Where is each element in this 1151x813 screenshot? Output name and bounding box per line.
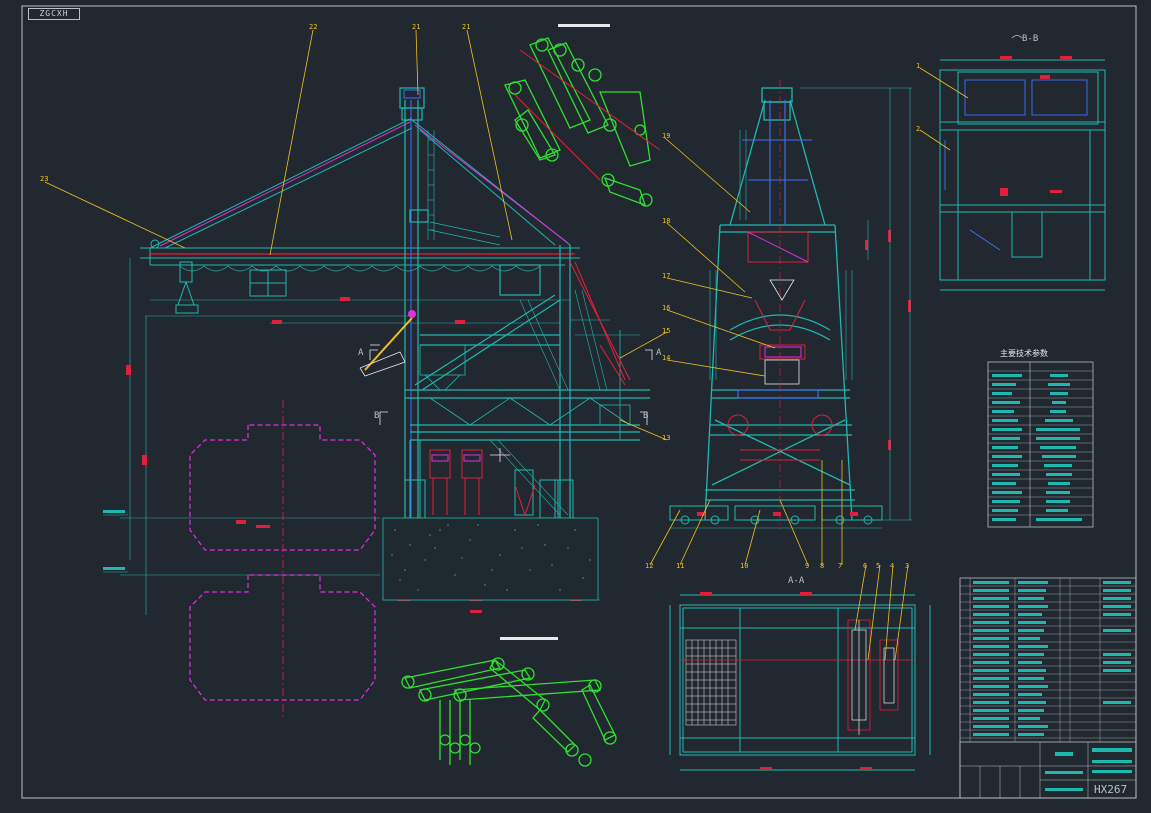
callout-11: 11 xyxy=(676,562,684,570)
callout-12: 12 xyxy=(645,562,653,570)
callout-9: 9 xyxy=(805,562,809,570)
params-table xyxy=(987,361,1094,528)
callout-22: 22 xyxy=(309,23,317,31)
callout-8: 8 xyxy=(820,562,824,570)
top-linkage-diagram xyxy=(504,24,661,207)
callout-7: 7 xyxy=(838,562,842,570)
callout-numbers: 22 21 21 23 19 18 17 16 15 14 13 12 11 1… xyxy=(40,23,920,570)
callout-16: 16 xyxy=(662,304,670,312)
callout-23: 23 xyxy=(40,175,48,183)
callout-1: 1 xyxy=(916,62,920,70)
callout-13: 13 xyxy=(662,434,670,442)
section-labels: B-B A-A A A B B xyxy=(358,34,1038,586)
section-bb xyxy=(939,56,1106,291)
callout-17: 17 xyxy=(662,272,670,280)
bottom-linkage-diagram xyxy=(401,637,617,767)
parts-list xyxy=(959,577,1137,799)
callout-21a: 21 xyxy=(412,23,420,31)
callout-4: 4 xyxy=(890,562,894,570)
callout-3: 3 xyxy=(905,562,909,570)
callout-21b: 21 xyxy=(462,23,470,31)
section-bb-label: B-B xyxy=(1022,34,1038,44)
drawing-sheet: 22 21 21 23 19 18 17 16 15 14 13 12 11 1… xyxy=(21,5,1137,799)
drawing-number: HX267 xyxy=(1094,783,1127,796)
params-table-title: 主要技术参数 xyxy=(1000,348,1048,358)
callout-5: 5 xyxy=(876,562,880,570)
callout-19: 19 xyxy=(662,132,670,140)
front-elevation xyxy=(669,80,912,530)
callout-15: 15 xyxy=(662,327,670,335)
callout-14: 14 xyxy=(662,354,670,362)
callout-2: 2 xyxy=(916,125,920,133)
section-aa xyxy=(669,592,931,771)
callout-18: 18 xyxy=(662,217,670,225)
section-a-right: A xyxy=(656,348,662,358)
section-b-right: B xyxy=(643,411,648,421)
section-a-left: A xyxy=(358,348,364,358)
section-b-left: B xyxy=(374,411,379,421)
callout-10: 10 xyxy=(740,562,748,570)
main-elevation xyxy=(103,87,653,720)
section-aa-label: A-A xyxy=(788,576,805,586)
callout-6: 6 xyxy=(863,562,867,570)
